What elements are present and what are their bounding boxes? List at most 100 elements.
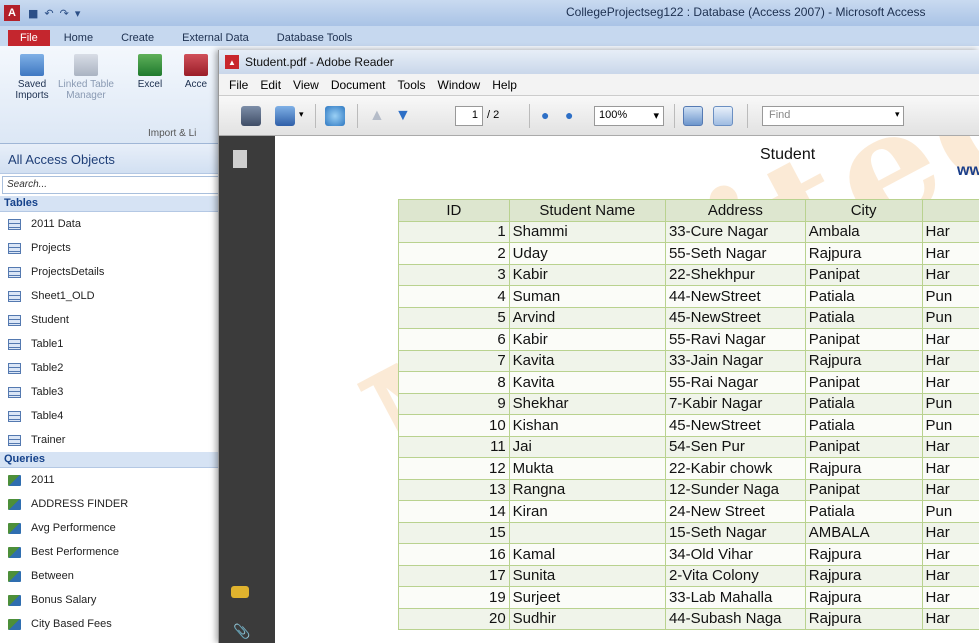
linked-table-manager-button[interactable]: Linked Table Manager bbox=[56, 54, 116, 101]
nav-item-query[interactable]: City Based Fees bbox=[0, 612, 229, 636]
table-cell: 55-Ravi Nagar bbox=[664, 328, 806, 351]
saved-imports-button[interactable]: Saved Imports bbox=[2, 54, 62, 101]
table-row: 19 Surjeet 33-Lab Mahalla Rajpura Har bbox=[398, 586, 979, 609]
table-cell: Patiala bbox=[804, 500, 923, 523]
undo-icon[interactable]: ↶ bbox=[44, 7, 53, 20]
table-cell: Surjeet bbox=[508, 586, 666, 609]
nav-section-queries[interactable]: Queries bbox=[0, 452, 229, 468]
table-icon bbox=[8, 362, 21, 374]
pages-panel-icon[interactable] bbox=[233, 150, 247, 168]
nav-item-table[interactable]: Table2 bbox=[0, 356, 229, 380]
zoom-level-select[interactable]: 100% ▾ bbox=[594, 106, 664, 126]
table-cell: Panipat bbox=[804, 263, 923, 286]
nav-item-query[interactable]: Best Performence bbox=[0, 540, 229, 564]
fit-width-icon[interactable] bbox=[683, 106, 703, 126]
table-cell: Jai bbox=[508, 435, 666, 458]
table-cell: Shammi bbox=[508, 220, 666, 243]
table-cell: Pun bbox=[921, 392, 979, 415]
create-dropdown-icon[interactable]: ▾ bbox=[299, 109, 304, 120]
tab-external-data[interactable]: External Data bbox=[168, 30, 263, 46]
table-cell: Shekhar bbox=[508, 392, 666, 415]
nav-item-table[interactable]: Table3 bbox=[0, 380, 229, 404]
menu-edit[interactable]: Edit bbox=[260, 78, 281, 92]
redo-icon[interactable]: ↷ bbox=[60, 7, 69, 20]
customize-dropdown-icon[interactable]: ▾ bbox=[75, 7, 81, 20]
adobe-reader-window: ▲ Student.pdf - Adobe Reader File Edit V… bbox=[218, 50, 979, 643]
tab-file[interactable]: File bbox=[8, 30, 50, 46]
table-body: 1 Shammi 33-Cure Nagar Ambala Har 2 Uday 55-Set… bbox=[398, 220, 979, 630]
table-cell: 12-Sunder Naga bbox=[664, 478, 806, 501]
nav-item-table[interactable]: Projects bbox=[0, 236, 229, 260]
next-page-icon[interactable]: ▼ bbox=[395, 107, 411, 125]
nav-section-tables[interactable]: Tables bbox=[0, 196, 229, 212]
nav-item-query[interactable]: ADDRESS FINDER bbox=[0, 492, 229, 516]
pdf-document-area[interactable]: Mobited Student ww ID Student Name Addre… bbox=[275, 136, 979, 643]
find-input[interactable]: Find bbox=[762, 106, 904, 126]
zoom-out-icon[interactable]: ● bbox=[541, 107, 549, 123]
excel-import-button[interactable]: Excel bbox=[128, 54, 172, 90]
reader-toolbar: ▾ ▲ ▼ 1 / 2 ● ● 100% ▾ Find ▾ bbox=[219, 96, 979, 136]
table-icon bbox=[8, 338, 21, 350]
column-header: ID bbox=[398, 199, 510, 222]
document-corner-text: ww bbox=[957, 162, 979, 179]
document-title: Student bbox=[760, 146, 816, 163]
nav-item-query[interactable]: 2011 bbox=[0, 468, 229, 492]
page-number-input[interactable]: 1 bbox=[455, 106, 483, 126]
tab-create[interactable]: Create bbox=[107, 30, 168, 46]
zoom-in-icon[interactable]: ● bbox=[565, 107, 573, 123]
menu-help[interactable]: Help bbox=[492, 78, 517, 92]
table-icon bbox=[8, 218, 21, 230]
nav-item-query[interactable]: Between bbox=[0, 564, 229, 588]
tab-database-tools[interactable]: Database Tools bbox=[263, 30, 367, 46]
menu-file[interactable]: File bbox=[229, 78, 248, 92]
access-app-icon[interactable]: A bbox=[4, 5, 20, 21]
menu-document[interactable]: Document bbox=[331, 78, 386, 92]
table-cell: Kabir bbox=[508, 263, 666, 286]
table-cell: 15 bbox=[398, 521, 510, 544]
nav-item-table[interactable]: Table1 bbox=[0, 332, 229, 356]
collaborate-icon[interactable] bbox=[325, 106, 345, 126]
table-row: 20 Sudhir 44-Subash Naga Rajpura Har bbox=[398, 607, 979, 630]
nav-item-table[interactable]: 2011 Data bbox=[0, 212, 229, 236]
comments-icon[interactable] bbox=[231, 586, 249, 598]
table-cell: Suman bbox=[508, 285, 666, 308]
print-icon[interactable] bbox=[241, 106, 261, 126]
fit-page-icon[interactable] bbox=[713, 106, 733, 126]
find-dropdown-icon[interactable]: ▾ bbox=[895, 109, 900, 120]
menu-tools[interactable]: Tools bbox=[398, 78, 426, 92]
table-row: 11 Jai 54-Sen Pur Panipat Har bbox=[398, 435, 979, 458]
nav-pane-header[interactable]: All Access Objects bbox=[0, 144, 229, 174]
linked-table-icon bbox=[74, 54, 98, 76]
reader-nav-sidebar: 📎 bbox=[219, 136, 275, 643]
table-cell: Sunita bbox=[508, 564, 666, 587]
nav-item-table[interactable]: Trainer bbox=[0, 428, 229, 452]
table-cell: Panipat bbox=[804, 435, 923, 458]
table-cell: Har bbox=[921, 328, 979, 351]
table-cell: 2-Vita Colony bbox=[664, 564, 806, 587]
table-cell: 9 bbox=[398, 392, 510, 415]
access-import-button[interactable]: Acce bbox=[176, 54, 216, 90]
table-cell: Rajpura bbox=[804, 564, 923, 587]
nav-item-table[interactable]: ProjectsDetails bbox=[0, 260, 229, 284]
menu-view[interactable]: View bbox=[293, 78, 319, 92]
nav-item-table[interactable]: Table4 bbox=[0, 404, 229, 428]
nav-item-query[interactable]: Bonus Salary bbox=[0, 588, 229, 612]
nav-search-input[interactable]: Search... bbox=[2, 176, 227, 194]
nav-item-query[interactable]: Avg Performence bbox=[0, 516, 229, 540]
table-icon bbox=[8, 314, 21, 326]
column-header: Address bbox=[664, 199, 806, 222]
nav-item-table[interactable]: Sheet1_OLD bbox=[0, 284, 229, 308]
table-cell: 3 bbox=[398, 263, 510, 286]
table-row: 5 Arvind 45-NewStreet Patiala Pun bbox=[398, 306, 979, 329]
attachments-icon[interactable]: 📎 bbox=[233, 624, 250, 640]
create-pdf-icon[interactable] bbox=[275, 106, 295, 126]
previous-page-icon[interactable]: ▲ bbox=[369, 107, 385, 125]
tab-home[interactable]: Home bbox=[50, 30, 107, 46]
nav-item-table[interactable]: Student bbox=[0, 308, 229, 332]
table-icon bbox=[8, 242, 21, 254]
menu-window[interactable]: Window bbox=[438, 78, 481, 92]
table-row: 14 Kiran 24-New Street Patiala Pun bbox=[398, 500, 979, 523]
save-icon[interactable]: ■ bbox=[28, 7, 38, 20]
page-total: / 2 bbox=[487, 109, 500, 121]
table-cell: 10 bbox=[398, 414, 510, 437]
